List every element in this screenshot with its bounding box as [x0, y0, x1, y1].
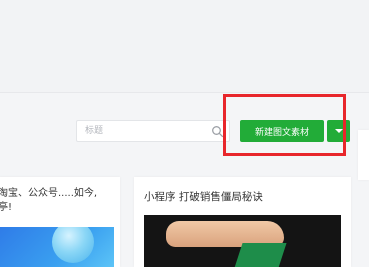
article-card-title-line2: 亭! [0, 202, 13, 213]
article-card-title-line1: 淘宝、公众号.....如今, [0, 188, 98, 199]
article-card-title: 小程序 打破销售僵局秘诀 [144, 191, 263, 203]
article-card-title: 淘宝、公众号.....如今, 亭! [0, 187, 116, 215]
side-panel-edge [358, 130, 369, 180]
page-header-area [0, 0, 369, 93]
highlight-annotation [223, 94, 346, 156]
article-card-thumbnail [0, 227, 114, 267]
search-placeholder: 标题 [85, 126, 104, 136]
thumbnail-object [233, 243, 287, 267]
article-card[interactable]: 小程序 打破销售僵局秘诀 [134, 177, 351, 267]
article-card[interactable]: 淘宝、公众号.....如今, 亭! [0, 177, 120, 267]
thumbnail-orb [52, 227, 94, 263]
search-input[interactable]: 标题 [76, 120, 230, 142]
article-card-thumbnail [144, 215, 341, 267]
